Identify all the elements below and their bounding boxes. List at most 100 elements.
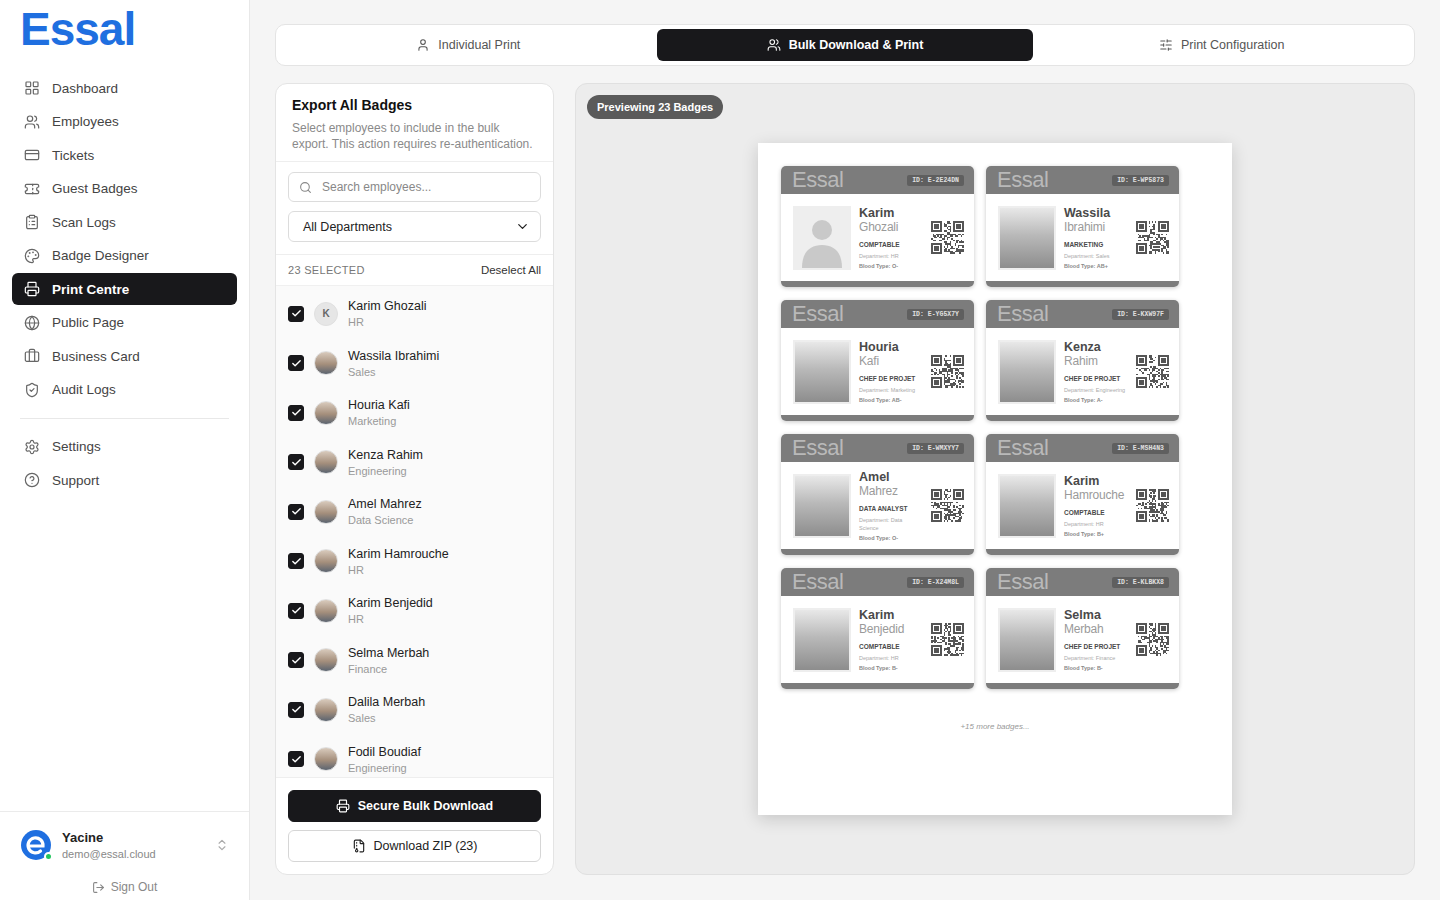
employee-row[interactable]: Houria KafiMarketing <box>276 388 553 438</box>
sidebar-item[interactable]: Public Page <box>12 307 237 339</box>
badge-brand: Essal <box>997 166 1048 194</box>
badge-role: COMPTABLE <box>1064 508 1128 517</box>
employee-checkbox[interactable] <box>288 355 304 371</box>
employee-checkbox[interactable] <box>288 553 304 569</box>
employee-text: Kenza RahimEngineering <box>348 448 423 477</box>
badge-photo <box>998 474 1056 538</box>
sidebar-item-label: Badge Designer <box>52 248 149 263</box>
badge-blood-type: Blood Type: O- <box>859 262 923 270</box>
badge-card: EssalID: E-WMXYY7AmelMahrezDATA ANALYSTD… <box>781 434 974 555</box>
user-menu[interactable]: Yacinedemo@essal.cloud <box>20 828 229 862</box>
badge-blood-type: Blood Type: B+ <box>1064 530 1128 538</box>
tab[interactable]: Bulk Download & Print <box>657 29 1034 61</box>
badge-brand: Essal <box>997 300 1048 328</box>
qr-code-icon <box>1136 489 1169 522</box>
secure-bulk-download-button[interactable]: Secure Bulk Download <box>288 790 541 822</box>
deselect-all-button[interactable]: Deselect All <box>481 264 541 276</box>
sidebar-item[interactable]: Support <box>12 464 237 496</box>
employee-row[interactable]: Karim BenjedidHR <box>276 586 553 636</box>
user-avatar <box>20 829 52 861</box>
employee-row[interactable]: Wassila IbrahimiSales <box>276 339 553 389</box>
badge-blood-type: Blood Type: B- <box>859 664 923 672</box>
employee-row[interactable]: Selma MerbahFinance <box>276 636 553 686</box>
sidebar-item[interactable]: Dashboard <box>12 72 237 104</box>
sidebar-item[interactable]: Print Centre <box>12 273 237 305</box>
check-icon <box>291 506 302 517</box>
employee-row[interactable]: Fodil BoudiafEngineering <box>276 735 553 778</box>
badge-photo <box>793 474 851 538</box>
employee-department: Sales <box>348 712 425 724</box>
department-select[interactable]: All Departments <box>288 211 541 242</box>
employee-checkbox[interactable] <box>288 652 304 668</box>
employee-avatar <box>314 549 338 573</box>
employee-row[interactable]: Karim HamroucheHR <box>276 537 553 587</box>
badge-card: EssalID: E-MSH4N3KarimHamroucheCOMPTABLE… <box>986 434 1179 555</box>
sidebar-item[interactable]: Employees <box>12 106 237 138</box>
tab[interactable]: Individual Print <box>280 29 657 61</box>
employee-checkbox[interactable] <box>288 702 304 718</box>
employee-checkbox[interactable] <box>288 454 304 470</box>
sidebar: Essal DashboardEmployeesTicketsGuest Badg… <box>0 0 250 900</box>
search-input[interactable] <box>320 179 530 195</box>
employee-checkbox[interactable] <box>288 504 304 520</box>
badge-department: Department: Finance <box>1064 654 1128 662</box>
qr-code-icon <box>931 623 964 656</box>
employee-department: Engineering <box>348 762 421 774</box>
online-status-dot <box>44 852 53 861</box>
employee-checkbox[interactable] <box>288 751 304 767</box>
logo[interactable]: Essal <box>20 4 229 54</box>
employee-text: Karim HamroucheHR <box>348 547 449 576</box>
sidebar-item[interactable]: Tickets <box>12 139 237 171</box>
check-icon <box>291 556 302 567</box>
qr-code-icon <box>931 221 964 254</box>
sidebar-item[interactable]: Business Card <box>12 340 237 372</box>
employee-text: Selma MerbahFinance <box>348 646 429 675</box>
gear-icon <box>24 439 40 455</box>
users-icon <box>24 114 40 130</box>
qr-code-icon <box>1136 221 1169 254</box>
badge-photo <box>998 608 1056 672</box>
badge-id: ID: E-KXW97F <box>1112 309 1169 320</box>
badge-role: CHEF DE PROJET <box>1064 374 1128 383</box>
employee-row[interactable]: Dalila MerbahSales <box>276 685 553 735</box>
badge-brand: Essal <box>997 434 1048 462</box>
sidebar-item[interactable]: Guest Badges <box>12 173 237 205</box>
badge-body: KenzaRahimCHEF DE PROJETDepartment: Engi… <box>986 328 1179 415</box>
employee-name: Selma Merbah <box>348 646 429 660</box>
badge-header: EssalID: E-YG5X7Y <box>781 300 974 328</box>
badge-department: Department: HR <box>859 654 923 662</box>
tab[interactable]: Print Configuration <box>1033 29 1410 61</box>
employee-list: KKarim GhozaliHRWassila IbrahimiSalesHou… <box>276 286 553 777</box>
check-icon <box>291 457 302 468</box>
qr-code-icon <box>1136 623 1169 656</box>
badge-blood-type: Blood Type: AB+ <box>1064 262 1128 270</box>
preview-count-badge: Previewing 23 Badges <box>587 95 723 119</box>
employee-name: Karim Hamrouche <box>348 547 449 561</box>
badge-last-name: Ghozali <box>859 220 923 234</box>
badge-info: AmelMahrezDATA ANALYSTDepartment: Data S… <box>859 470 923 542</box>
search-field[interactable] <box>288 172 541 202</box>
download-zip-button[interactable]: Download ZIP (23) <box>288 830 541 862</box>
badge-department: Department: HR <box>1064 520 1128 528</box>
badge-photo <box>793 340 851 404</box>
employee-checkbox[interactable] <box>288 405 304 421</box>
briefcase-icon <box>24 348 40 364</box>
sign-out-button[interactable]: Sign Out <box>20 880 229 894</box>
tab-label: Individual Print <box>438 38 520 52</box>
employee-row[interactable]: Kenza RahimEngineering <box>276 438 553 488</box>
sidebar-item[interactable]: Settings <box>12 431 237 463</box>
sidebar-item[interactable]: Scan Logs <box>12 206 237 238</box>
employee-row[interactable]: Amel MahrezData Science <box>276 487 553 537</box>
sidebar-item[interactable]: Badge Designer <box>12 240 237 272</box>
badge-brand: Essal <box>792 434 843 462</box>
badge-body: KarimBenjedidCOMPTABLEDepartment: HRBloo… <box>781 596 974 683</box>
employee-row[interactable]: KKarim GhozaliHR <box>276 289 553 339</box>
employee-checkbox[interactable] <box>288 603 304 619</box>
logo-area: Essal <box>0 0 249 54</box>
employee-checkbox[interactable] <box>288 306 304 322</box>
button-label: Download ZIP (23) <box>374 839 478 853</box>
badge-info: HouriaKafiCHEF DE PROJETDepartment: Mark… <box>859 340 923 404</box>
sidebar-footer-nav: SettingsSupport <box>0 431 249 497</box>
badge-body: SelmaMerbahCHEF DE PROJETDepartment: Fin… <box>986 596 1179 683</box>
sidebar-item[interactable]: Audit Logs <box>12 374 237 406</box>
